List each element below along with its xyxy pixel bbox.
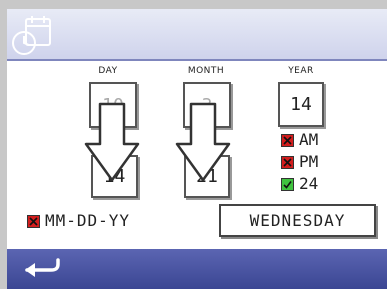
calendar-clock-icon bbox=[12, 16, 51, 55]
month-label: MONTH bbox=[187, 66, 225, 76]
x-mark-icon bbox=[29, 217, 38, 226]
24h-checkbox[interactable] bbox=[281, 178, 294, 191]
x-mark-icon bbox=[283, 158, 292, 167]
back-arrow-icon[interactable] bbox=[23, 255, 63, 281]
check-mark-icon bbox=[283, 181, 292, 189]
day-label: DAY bbox=[98, 66, 118, 76]
x-mark-icon bbox=[283, 136, 292, 145]
pm-checkbox[interactable] bbox=[281, 156, 294, 169]
pm-label: PM bbox=[299, 152, 319, 171]
header-bar bbox=[7, 9, 387, 61]
year-value-box[interactable]: 14 bbox=[278, 82, 324, 127]
date-settings-screen: DAY MONTH YEAR 10 14 3 21 14 AM PM 24 MM… bbox=[7, 9, 387, 289]
month-down-arrow-icon bbox=[175, 102, 231, 182]
24h-label: 24 bbox=[299, 174, 319, 193]
am-checkbox[interactable] bbox=[281, 134, 294, 147]
date-format-label: MM-DD-YY bbox=[45, 211, 131, 230]
am-label: AM bbox=[299, 130, 319, 149]
year-label: YEAR bbox=[288, 66, 314, 76]
weekday-display: WEDNESDAY bbox=[219, 204, 376, 237]
day-down-arrow-icon bbox=[84, 102, 140, 182]
date-format-checkbox[interactable] bbox=[27, 215, 40, 228]
footer-bar bbox=[7, 249, 387, 289]
